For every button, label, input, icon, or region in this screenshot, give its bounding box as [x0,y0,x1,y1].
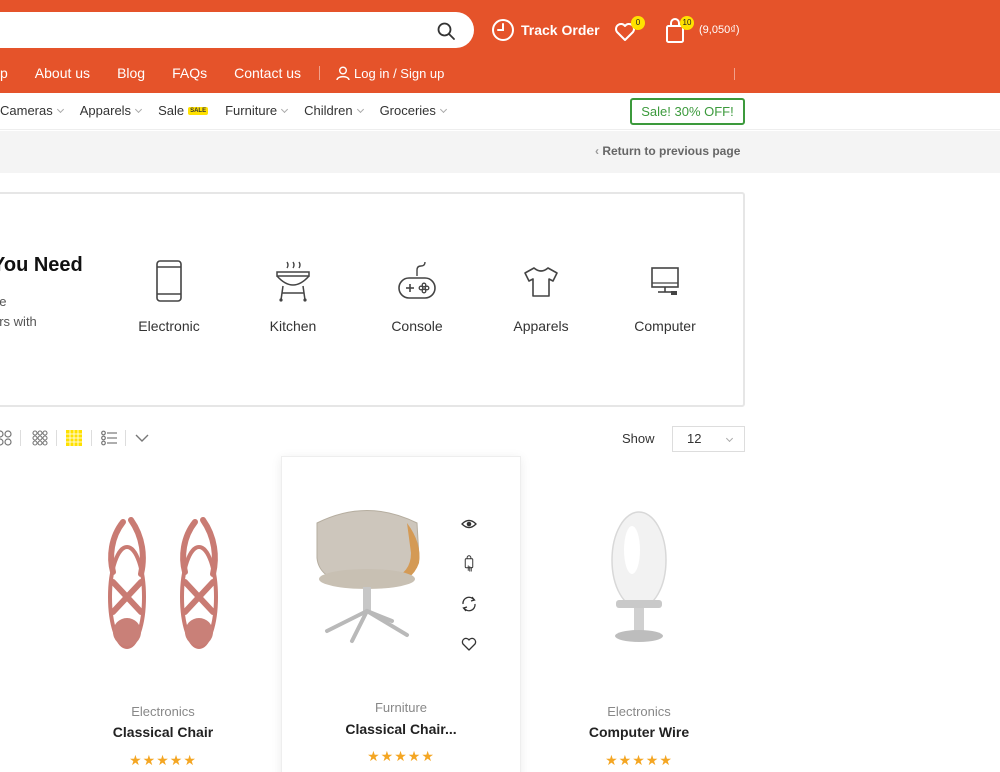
return-label: Return to previous page [602,144,741,158]
tshirt-icon [524,267,558,297]
track-order-link[interactable]: Track Order [491,17,600,43]
category-label: Kitchen [269,318,317,334]
search-input[interactable] [0,12,474,48]
grid-4-icon[interactable] [66,430,82,446]
toolbar-divider [56,430,57,446]
nav-item-faqs[interactable]: FAQs [172,65,207,81]
category-kitchen[interactable]: Kitchen [238,260,348,334]
search-icon[interactable] [436,21,456,41]
per-page-value: 12 [687,431,702,446]
category-electronic[interactable]: Electronic [114,260,224,334]
chevron-down-icon [135,105,143,113]
login-link[interactable]: Log in / Sign up [336,66,444,81]
grid-3-icon[interactable] [32,430,48,446]
toolbar-divider [91,430,92,446]
breadcrumb: ‹ Return to previous page [0,131,1000,173]
chevron-down-icon [725,434,734,443]
nav-divider-end [734,68,735,80]
gamepad-icon [398,261,436,299]
rating-stars: ★★★★★ [605,752,673,768]
category-nav-groceries[interactable]: Groceries [379,103,447,118]
category-console[interactable]: Console [362,260,472,334]
rating-stars: ★★★★★ [367,748,435,764]
heart-icon[interactable] [460,635,478,653]
sale-promo-button[interactable]: Sale! 30% OFF! [630,98,745,125]
chevron-down-icon [439,105,447,113]
category-computer[interactable]: Computer [610,260,720,334]
user-icon [336,66,350,80]
category-nav-apparels[interactable]: Apparels [79,103,143,118]
category-label: Apparels [513,318,569,334]
description-line: ers with [0,314,37,329]
nav-item-blog[interactable]: Blog [117,65,145,81]
sale-badge: SALE [188,106,209,115]
wishlist-count-badge: 0 [631,16,645,30]
category-label: Electronic [138,318,200,334]
cart-count-badge: 10 [680,16,694,30]
cart-total: (9,050₫) [699,24,740,36]
category-nav-label: Apparels [79,103,132,118]
per-page-select[interactable]: 12 [672,426,745,452]
category-apparels[interactable]: Apparels [486,260,596,334]
cart-button[interactable]: 10 (9,050₫) [664,16,754,44]
eye-icon[interactable] [460,515,478,533]
category-nav-furniture[interactable]: Furniture [225,103,289,118]
wishlist-button[interactable]: 0 [613,16,645,44]
product-name[interactable]: Classical Chair [43,724,283,740]
return-link[interactable]: ‹ Return to previous page [595,144,740,158]
category-label: Computer [634,318,696,334]
show-label: Show [622,431,655,446]
compare-icon[interactable] [460,595,478,613]
login-label: Log in / Sign up [354,65,445,81]
product-category: Electronics [131,704,195,719]
toolbar-divider [20,430,21,446]
toolbar-divider [125,430,126,446]
chevron-down-icon [281,105,289,113]
category-nav-cameras[interactable]: Cameras [0,103,64,118]
product-image-speaker[interactable] [604,510,674,650]
category-box-description: ne ers with [0,292,52,332]
product-card[interactable]: Electronics Computer Wire ★★★★★ [519,456,759,772]
chevron-down-icon[interactable] [134,430,150,446]
category-box: You Need ne ers with Electronic Kitchen [0,192,745,407]
nav-item-shop[interactable]: p [0,65,8,81]
monitor-icon [651,267,679,295]
category-nav-label: Furniture [225,103,278,118]
category-nav-label: Children [304,103,353,118]
product-name[interactable]: Computer Wire [519,724,759,740]
nav-item-contact[interactable]: Contact us [234,65,301,81]
clock-icon [492,19,514,41]
category-nav-label: Sale [158,103,185,118]
product-category: Electronics [607,704,671,719]
category-nav-children[interactable]: Children [304,103,364,118]
smartphone-icon [156,260,182,302]
grill-icon [276,261,310,302]
main-nav: p About us Blog FAQs Contact us Log in /… [0,62,444,84]
header-bar: Track Order 0 10 (9,050₫) p About us Blo… [0,0,1000,93]
product-toolbar: Show 12 [0,426,745,452]
product-category: Furniture [374,700,428,715]
category-nav-sale[interactable]: Sale SALE [158,103,209,118]
category-label: Console [391,318,443,334]
product-image-sandals[interactable] [93,512,233,652]
list-view-icon[interactable] [101,430,117,446]
category-box-title: You Need [0,254,83,276]
product-card[interactable]: Furniture Classical Chair... ★★★★★ [281,456,521,772]
category-nav: Cameras Apparels Sale SALE Furniture Chil… [0,93,1000,130]
track-order-label: Track Order [521,22,600,38]
add-to-cart-icon[interactable] [460,555,478,573]
grid-2-icon[interactable] [0,430,12,446]
nav-item-about[interactable]: About us [35,65,90,81]
category-nav-label: Cameras [0,103,53,118]
product-name[interactable]: Classical Chair... [282,721,520,737]
nav-divider [319,66,321,80]
category-nav-label: Groceries [379,103,436,118]
product-card[interactable]: Electronics Classical Chair ★★★★★ [43,456,283,772]
product-image-chair[interactable] [307,503,437,648]
rating-stars: ★★★★★ [129,752,197,768]
chevron-down-icon [56,105,64,113]
description-line: ne [0,294,7,309]
chevron-down-icon [356,105,364,113]
